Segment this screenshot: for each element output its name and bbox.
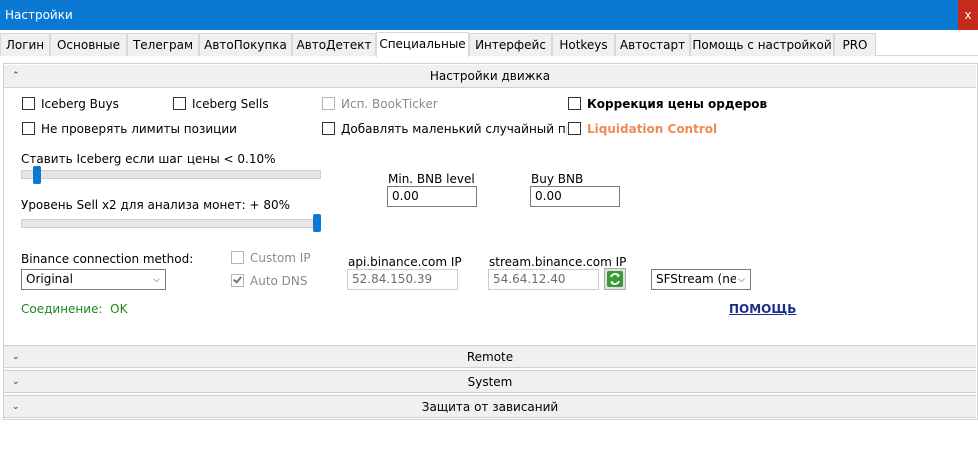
checkbox-box[interactable] xyxy=(231,274,244,287)
buy-bnb-input[interactable]: 0.00 xyxy=(530,186,620,207)
section-title-engine: Настройки движка xyxy=(429,69,551,83)
stream-ip-label: stream.binance.com IP xyxy=(489,255,627,269)
checkbox-box[interactable] xyxy=(173,97,186,110)
checkbox-box[interactable] xyxy=(322,97,335,110)
iceberg-slider-thumb[interactable] xyxy=(32,166,41,184)
title-bar: Настройки x xyxy=(0,0,978,30)
tab-interface[interactable]: Интерфейс xyxy=(469,33,552,56)
iceberg-slider-track[interactable] xyxy=(21,170,321,179)
checkbox-box[interactable] xyxy=(231,251,244,264)
min-bnb-label: Min. BNB level xyxy=(388,172,475,186)
tab-autodetect[interactable]: АвтоДетект xyxy=(292,33,376,56)
chevron-up-icon: ⌃ xyxy=(12,71,20,81)
checkbox-use-bookticker[interactable]: Исп. BookTicker xyxy=(322,97,438,113)
tab-pro[interactable]: PRO xyxy=(834,33,876,56)
chevron-down-icon: ⌵ xyxy=(736,273,745,288)
chevron-down-icon: ⌄ xyxy=(12,402,20,412)
sell-x2-slider-label: Уровень Sell x2 для анализа монет: + 80% xyxy=(21,198,291,212)
checkbox-box[interactable] xyxy=(568,122,581,135)
section-header-remote[interactable]: ⌄ Remote xyxy=(4,345,976,368)
section-header-freeze-protection[interactable]: ⌄ Защита от зависаний xyxy=(4,395,976,418)
checkbox-label: Liquidation Control xyxy=(587,122,718,136)
checkbox-label: Не проверять лимиты позиции xyxy=(41,122,237,136)
window-title: Настройки xyxy=(5,8,73,22)
checkbox-custom-ip[interactable]: Custom IP xyxy=(231,251,311,267)
section-title-system: System xyxy=(467,375,513,389)
checkbox-order-price-correction[interactable]: Коррекция цены ордеров xyxy=(568,97,767,113)
check-mark-icon xyxy=(233,274,242,284)
tab-main[interactable]: Основные xyxy=(50,33,127,56)
tab-telegram[interactable]: Телеграм xyxy=(127,33,199,56)
checkbox-box[interactable] xyxy=(22,122,35,135)
tab-special[interactable]: Специальные xyxy=(376,32,469,57)
stream-mode-value: SFStream (nev xyxy=(656,272,745,286)
api-ip-input[interactable]: 52.84.150.39 xyxy=(347,269,458,290)
checkbox-label: Исп. BookTicker xyxy=(341,97,438,111)
section-title-remote: Remote xyxy=(466,350,514,364)
checkbox-label: Добавлять маленький случайный проце xyxy=(341,122,567,136)
section-title-freeze-protection: Защита от зависаний xyxy=(421,400,559,414)
sell-x2-slider-track[interactable] xyxy=(21,219,321,228)
tab-autostart[interactable]: Автостарт xyxy=(615,33,690,56)
section-header-system[interactable]: ⌄ System xyxy=(4,370,976,393)
stream-mode-select[interactable]: SFStream (nev ⌵ xyxy=(651,269,751,290)
section-header-engine[interactable]: ⌃ Настройки движка xyxy=(4,65,976,88)
connection-method-value: Original xyxy=(26,272,73,286)
connection-status: Соединение: OK xyxy=(21,302,127,316)
checkbox-liquidation-control[interactable]: Liquidation Control xyxy=(568,122,717,138)
connection-status-label: Соединение: xyxy=(21,302,103,316)
checkbox-label: Iceberg Buys xyxy=(41,97,119,111)
checkbox-label: Custom IP xyxy=(250,251,311,265)
tab-autobuy[interactable]: АвтоПокупка xyxy=(199,33,292,56)
chevron-down-icon: ⌵ xyxy=(153,275,160,285)
connection-method-select[interactable]: Original ⌵ xyxy=(21,269,166,290)
buy-bnb-label: Buy BNB xyxy=(531,172,584,186)
checkbox-box[interactable] xyxy=(322,122,335,135)
tab-hotkeys[interactable]: Hotkeys xyxy=(552,33,615,56)
connection-status-value: OK xyxy=(110,302,128,316)
checkbox-label: Iceberg Sells xyxy=(192,97,269,111)
checkbox-label: Коррекция цены ордеров xyxy=(587,97,768,111)
checkbox-add-random-percent[interactable]: Добавлять маленький случайный проце xyxy=(322,122,567,138)
api-ip-label: api.binance.com IP xyxy=(348,255,462,269)
help-link[interactable]: ПОМОЩЬ xyxy=(729,302,796,316)
checkbox-box[interactable] xyxy=(568,97,581,110)
checkbox-box[interactable] xyxy=(22,97,35,110)
refresh-icon xyxy=(607,271,623,287)
tab-setup-help[interactable]: Помощь с настройкой xyxy=(690,33,834,56)
min-bnb-input[interactable]: 0.00 xyxy=(387,186,477,207)
chevron-down-icon: ⌄ xyxy=(12,377,20,387)
tab-login[interactable]: Логин xyxy=(0,33,50,56)
checkbox-iceberg-sells[interactable]: Iceberg Sells xyxy=(173,97,269,113)
tab-bar: Логин Основные Телеграм АвтоПокупка Авто… xyxy=(0,32,978,57)
chevron-down-icon: ⌄ xyxy=(12,352,20,362)
checkbox-auto-dns[interactable]: Auto DNS xyxy=(231,274,308,290)
stream-ip-input[interactable]: 54.64.12.40 xyxy=(488,269,599,290)
checkbox-iceberg-buys[interactable]: Iceberg Buys xyxy=(22,97,119,113)
refresh-ip-button[interactable] xyxy=(604,268,626,290)
checkbox-no-position-limits[interactable]: Не проверять лимиты позиции xyxy=(22,122,237,138)
iceberg-slider-label: Ставить Iceberg если шаг цены < 0.10% xyxy=(21,152,276,166)
close-button[interactable]: x xyxy=(958,0,978,30)
connection-method-label: Binance connection method: xyxy=(21,252,194,266)
checkbox-label: Auto DNS xyxy=(250,274,308,288)
sell-x2-slider-thumb[interactable] xyxy=(313,214,321,232)
